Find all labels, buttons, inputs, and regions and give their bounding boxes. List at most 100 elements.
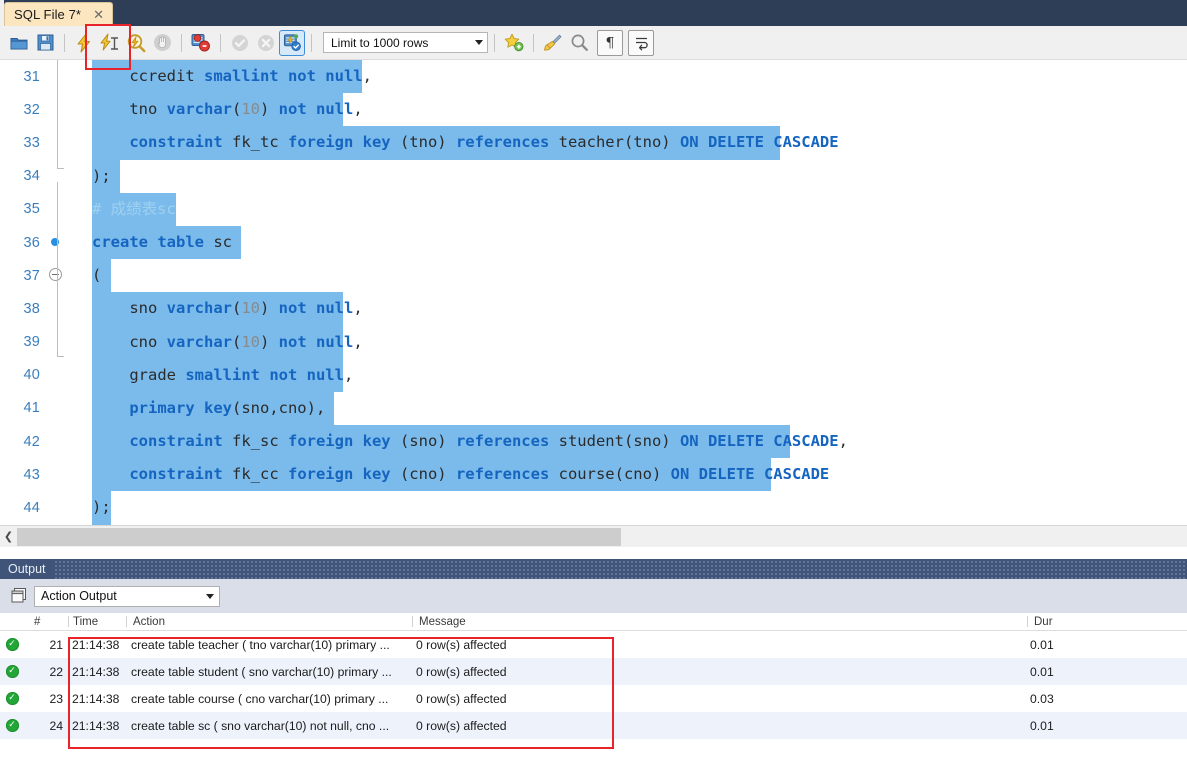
fold-collapse-icon[interactable] (49, 268, 62, 282)
code-line-body[interactable]: tno varchar(10) not null, (68, 93, 1187, 127)
output-history-icon[interactable] (6, 584, 30, 608)
open-sql-file-button[interactable] (6, 30, 32, 56)
code-line-body[interactable]: constraint fk_sc foreign key (sno) refer… (68, 425, 1187, 459)
cell-message: 0 row(s) affected (416, 664, 507, 679)
execute-current-statement-button[interactable] (97, 30, 123, 56)
close-icon[interactable]: ✕ (91, 8, 106, 21)
code-token: ON DELETE CASCADE (679, 133, 839, 152)
code-line[interactable]: 39 cno varchar(10) not null, (0, 325, 1187, 359)
status-badge (0, 692, 24, 705)
tab-label: SQL File 7* (14, 7, 82, 22)
code-token: constraint (129, 465, 223, 484)
commit-check-icon (232, 34, 248, 51)
table-row[interactable]: 23 21:14:38 create table course ( cno varc… (0, 685, 1187, 712)
code-line[interactable]: 32 tno varchar(10) not null, (0, 93, 1187, 127)
code-line-body[interactable]: grade smallint not null, (68, 358, 1187, 392)
table-row[interactable]: 21 21:14:38 create table teacher ( tno var… (0, 631, 1187, 658)
column-header-duration[interactable]: Dur (1028, 616, 1187, 628)
scroll-left-icon[interactable]: ❮ (0, 527, 17, 547)
commit-button[interactable] (227, 30, 253, 56)
code-line-body[interactable]: # 成绩表sc (68, 192, 1187, 226)
cell-duration: 0.01 (1030, 718, 1054, 733)
lightning-bolt-icon (77, 33, 90, 52)
code-token: cno (92, 332, 167, 351)
code-token: constraint (129, 432, 223, 451)
code-token: (cno) (390, 465, 456, 484)
code-line-body[interactable]: constraint fk_tc foreign key (tno) refer… (68, 126, 1187, 160)
code-line-body[interactable]: constraint fk_cc foreign key (cno) refer… (68, 458, 1187, 492)
toolbar-separator (533, 33, 534, 52)
code-line[interactable]: 38 sno varchar(10) not null, (0, 292, 1187, 326)
tab-sql-file-7[interactable]: SQL File 7* ✕ (4, 2, 113, 26)
execute-statement-button[interactable] (71, 30, 97, 56)
code-line[interactable]: 35 # 成绩表sc (0, 192, 1187, 226)
code-line-body[interactable]: ccredit smallint not null, (68, 60, 1187, 94)
chevron-down-icon[interactable] (201, 587, 219, 606)
column-header-message[interactable]: Message (413, 616, 1027, 628)
code-token: course(cno) (549, 465, 671, 484)
code-token: (sno,cno), (231, 398, 326, 417)
row-limit-selector[interactable]: Limit to 1000 rows (323, 32, 488, 53)
rollback-button[interactable] (253, 30, 279, 56)
save-sql-file-button[interactable] (32, 30, 58, 56)
stop-execution-button[interactable] (149, 30, 175, 56)
action-output-table[interactable]: # Time Action Message Dur 21 21:14:38 crea… (0, 613, 1187, 763)
table-row[interactable]: 24 21:14:38 create table sc ( sno varchar(… (0, 712, 1187, 739)
cell-action: create table student ( sno varchar(10) p… (131, 664, 392, 679)
clear-query-button[interactable] (540, 30, 566, 56)
code-line[interactable]: 42 constraint fk_sc foreign key (sno) re… (0, 425, 1187, 459)
code-token: # 成绩表sc (92, 199, 176, 218)
toggle-stop-on-error-button[interactable] (188, 30, 214, 56)
column-header-time[interactable]: Time (69, 616, 126, 628)
toggle-invisible-chars-button[interactable]: ¶ (597, 29, 623, 56)
code-line[interactable]: 41 primary key(sno,cno), (0, 391, 1187, 426)
explain-statement-button[interactable] (123, 30, 149, 56)
code-token: fk_tc (222, 133, 288, 152)
code-line-body[interactable]: create table sc (68, 225, 1187, 260)
gutter-marker[interactable] (46, 458, 68, 491)
gutter-marker[interactable] (46, 491, 68, 524)
gutter-marker[interactable] (46, 359, 68, 392)
line-number: 39 (23, 334, 40, 351)
table-row[interactable]: 22 21:14:38 create table student ( sno var… (0, 658, 1187, 685)
code-line-body[interactable]: ( (68, 259, 1187, 293)
code-line[interactable]: 34); (0, 159, 1187, 193)
code-line[interactable]: 33 constraint fk_tc foreign key (tno) re… (0, 126, 1187, 160)
code-line[interactable]: 40 grade smallint not null, (0, 358, 1187, 392)
rollback-cross-icon (258, 34, 274, 51)
code-token: not null (278, 299, 354, 318)
code-line-body[interactable]: cno varchar(10) not null, (68, 325, 1187, 359)
output-view-selector[interactable]: Action Output (34, 585, 220, 607)
code-line-body[interactable]: ); (68, 159, 1187, 193)
code-token: , (838, 432, 848, 451)
code-line[interactable]: 44); (0, 491, 1187, 525)
line-number: 38 (23, 300, 40, 317)
code-token: primary key (129, 398, 232, 417)
column-header-number[interactable]: # (24, 616, 68, 628)
beautify-query-button[interactable] (501, 30, 527, 56)
code-line-body[interactable]: primary key(sno,cno), (68, 391, 1187, 426)
sql-code-editor[interactable]: 31 ccredit smallint not null, 32 tno varc… (0, 60, 1187, 525)
code-line[interactable]: 43 constraint fk_cc foreign key (cno) re… (0, 458, 1187, 492)
gutter-marker[interactable] (46, 392, 68, 425)
toggle-autocommit-button[interactable] (279, 29, 305, 56)
toggle-wrapping-button[interactable] (628, 29, 654, 56)
chevron-down-icon[interactable] (470, 33, 487, 52)
code-line[interactable]: 31 ccredit smallint not null, (0, 60, 1187, 94)
code-line[interactable]: 37 ( (0, 259, 1187, 293)
code-line-body[interactable]: ); (68, 491, 1187, 525)
code-token: 10 (241, 100, 260, 119)
cell-duration: 0.03 (1030, 691, 1054, 706)
code-token: (tno) (390, 133, 456, 152)
gutter-marker[interactable] (46, 425, 68, 458)
code-line-body[interactable]: sno varchar(10) not null, (68, 292, 1187, 326)
find-button[interactable] (566, 30, 592, 56)
star-plus-icon (504, 33, 524, 52)
code-token: , (343, 365, 354, 384)
column-header-action[interactable]: Action (127, 616, 412, 628)
editor-horizontal-scrollbar[interactable]: ❮ (0, 525, 1187, 547)
scrollbar-thumb[interactable] (17, 527, 621, 546)
code-token: references (455, 133, 550, 152)
code-line[interactable]: 36 create table sc (0, 225, 1187, 260)
scrollbar-track[interactable] (17, 526, 1187, 547)
